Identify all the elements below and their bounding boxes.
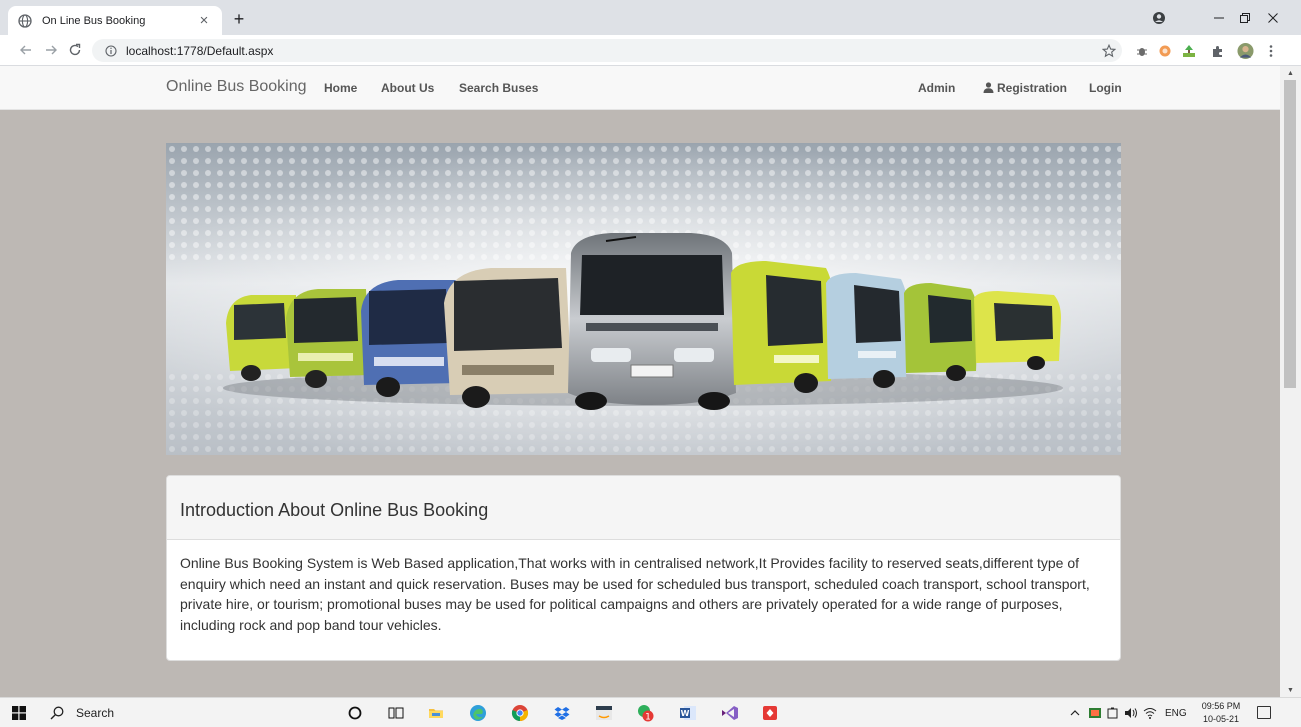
bus-light-blue: [826, 273, 908, 388]
intro-panel: Introduction About Online Bus Booking On…: [166, 475, 1121, 661]
site-brand[interactable]: Online Bus Booking: [166, 78, 307, 96]
globe-icon: [18, 13, 32, 28]
tray-chevron-icon[interactable]: [1070, 698, 1080, 727]
bus-silver-coach: [568, 233, 736, 410]
language-indicator[interactable]: ENG: [1165, 698, 1187, 727]
site-navbar: Online Bus Booking Home About Us Search …: [0, 66, 1280, 110]
scroll-down-arrow-icon[interactable]: ▼: [1280, 684, 1301, 696]
intro-heading: Introduction About Online Bus Booking: [167, 476, 1120, 540]
close-window-icon[interactable]: [1264, 8, 1282, 28]
user-icon: [983, 82, 994, 93]
back-arrow-icon[interactable]: [18, 42, 34, 58]
clock-date: 10-05-21: [1202, 714, 1240, 724]
taskbar-clock[interactable]: 09:56 PM 10-05-21: [1200, 700, 1242, 726]
word-icon[interactable]: W: [678, 703, 698, 723]
browser-tab[interactable]: On Line Bus Booking ×: [8, 6, 222, 35]
nav-link-admin[interactable]: Admin: [918, 81, 955, 95]
tray-app-icon[interactable]: [1088, 698, 1102, 727]
wifi-icon[interactable]: [1143, 698, 1157, 727]
chrome-icon[interactable]: [510, 703, 530, 723]
hero-bus-banner: [166, 143, 1121, 455]
info-icon[interactable]: [105, 44, 117, 57]
extension-orange-icon[interactable]: [1156, 42, 1173, 59]
url-text: localhost:1778/Default.aspx: [126, 43, 274, 58]
bus-blue: [361, 280, 460, 397]
nav-link-about-us[interactable]: About Us: [381, 81, 434, 95]
nav-link-home[interactable]: Home: [324, 81, 357, 95]
red-app-icon[interactable]: [760, 703, 780, 723]
tab-title: On Line Bus Booking: [42, 14, 146, 27]
browser-tab-strip: On Line Bus Booking × +: [0, 0, 1301, 35]
tab-close-button[interactable]: ×: [196, 12, 212, 29]
svg-text:1: 1: [645, 713, 651, 723]
bus-yellow-far-right: [974, 291, 1061, 370]
scrollbar-thumb[interactable]: [1284, 80, 1296, 388]
reload-icon[interactable]: [67, 42, 83, 58]
bus-lime-left: [286, 289, 370, 388]
windows-start-icon[interactable]: [12, 706, 26, 720]
notification-app-icon[interactable]: 1: [636, 703, 656, 723]
extension-green-icon[interactable]: [1180, 42, 1197, 59]
windows-taskbar: Search 1 W ENG 09:56 PM 10-05-21: [0, 697, 1301, 727]
svg-text:W: W: [681, 709, 690, 718]
nav-link-search-buses[interactable]: Search Buses: [459, 81, 538, 95]
visual-studio-icon[interactable]: [720, 703, 740, 723]
search-icon: [50, 706, 64, 720]
scroll-up-arrow-icon[interactable]: ▲: [1280, 67, 1301, 79]
dropbox-icon[interactable]: [552, 703, 572, 723]
extension-bug-icon[interactable]: [1133, 42, 1150, 59]
taskbar-search-box[interactable]: Search: [50, 698, 340, 727]
intro-body-text: Online Bus Booking System is Web Based a…: [180, 555, 1090, 633]
address-bar[interactable]: localhost:1778/Default.aspx: [92, 39, 1122, 62]
new-tab-button[interactable]: +: [228, 10, 250, 28]
page-scrollbar[interactable]: ▲ ▼: [1280, 66, 1301, 697]
bus-yellow-left: [226, 295, 298, 381]
minimize-icon[interactable]: [1210, 8, 1228, 28]
taskbar-search-label: Search: [76, 706, 115, 720]
volume-icon[interactable]: [1124, 698, 1138, 727]
restore-icon[interactable]: [1236, 8, 1254, 28]
browser-menu-icon[interactable]: [1266, 42, 1276, 59]
clock-time: 09:56 PM: [1201, 701, 1241, 711]
extensions-puzzle-icon[interactable]: [1209, 42, 1226, 59]
nav-link-registration[interactable]: Registration: [983, 81, 1067, 95]
browser-toolbar: localhost:1778/Default.aspx: [0, 35, 1301, 66]
bookmark-star-icon[interactable]: [1100, 42, 1117, 59]
edge-browser-icon[interactable]: [468, 703, 488, 723]
nav-link-login[interactable]: Login: [1089, 81, 1122, 95]
file-explorer-icon[interactable]: [426, 703, 446, 723]
registration-label: Registration: [997, 81, 1068, 95]
cortana-icon[interactable]: [345, 703, 365, 723]
user-avatar-icon[interactable]: [1237, 42, 1254, 59]
task-view-icon[interactable]: [386, 703, 406, 723]
forward-arrow-icon[interactable]: [43, 42, 59, 58]
amazon-store-icon[interactable]: [594, 703, 614, 723]
bus-yellow-right: [731, 261, 834, 393]
bus-green: [904, 283, 978, 381]
profile-icon[interactable]: [1152, 8, 1166, 28]
action-center-icon[interactable]: [1257, 706, 1271, 719]
bus-beige-coach: [444, 268, 572, 408]
tray-battery-icon[interactable]: [1106, 698, 1120, 727]
